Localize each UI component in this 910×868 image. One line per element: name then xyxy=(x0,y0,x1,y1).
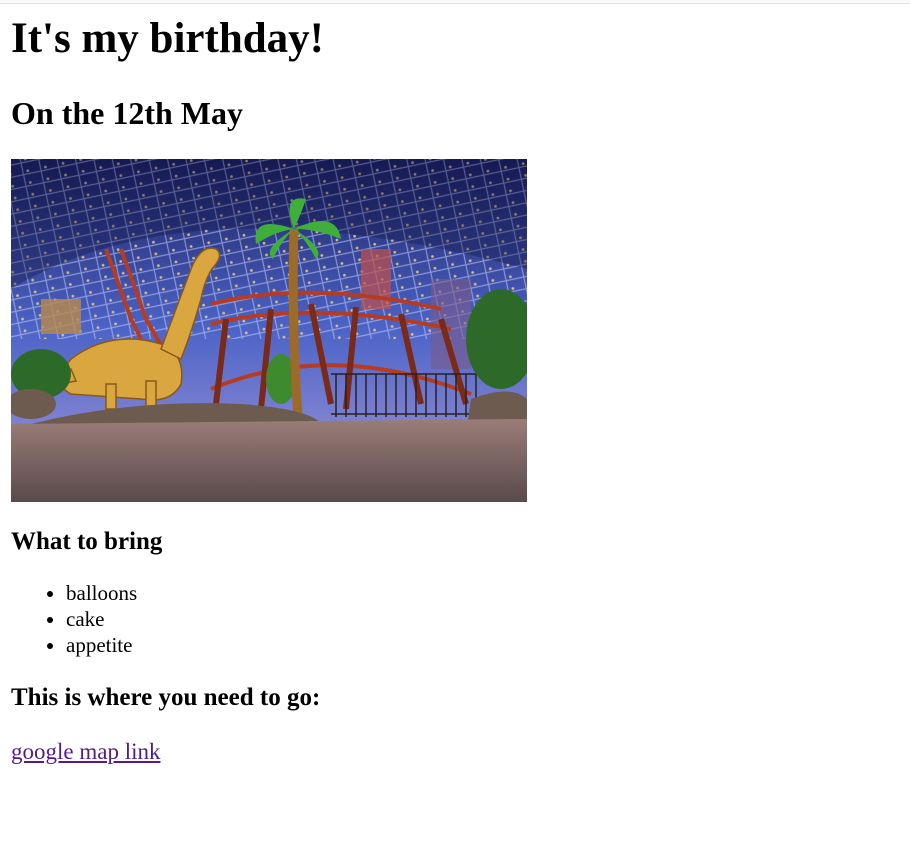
page-subtitle: On the 12th May xyxy=(11,95,243,131)
page-title: It's my birthday! xyxy=(11,15,324,62)
google-map-link[interactable]: google map link xyxy=(11,738,160,766)
page-content: It's my birthday! On the 12th May What t… xyxy=(11,14,901,766)
theme-park-photo xyxy=(11,159,527,502)
browser-top-edge xyxy=(0,0,910,4)
list-item: cake xyxy=(66,606,901,632)
list-item: appetite xyxy=(66,632,901,658)
what-to-bring-heading: What to bring xyxy=(11,528,163,555)
bring-list: balloons cake appetite xyxy=(11,580,901,658)
location-heading: This is where you need to go: xyxy=(11,684,321,711)
list-item: balloons xyxy=(66,580,901,606)
